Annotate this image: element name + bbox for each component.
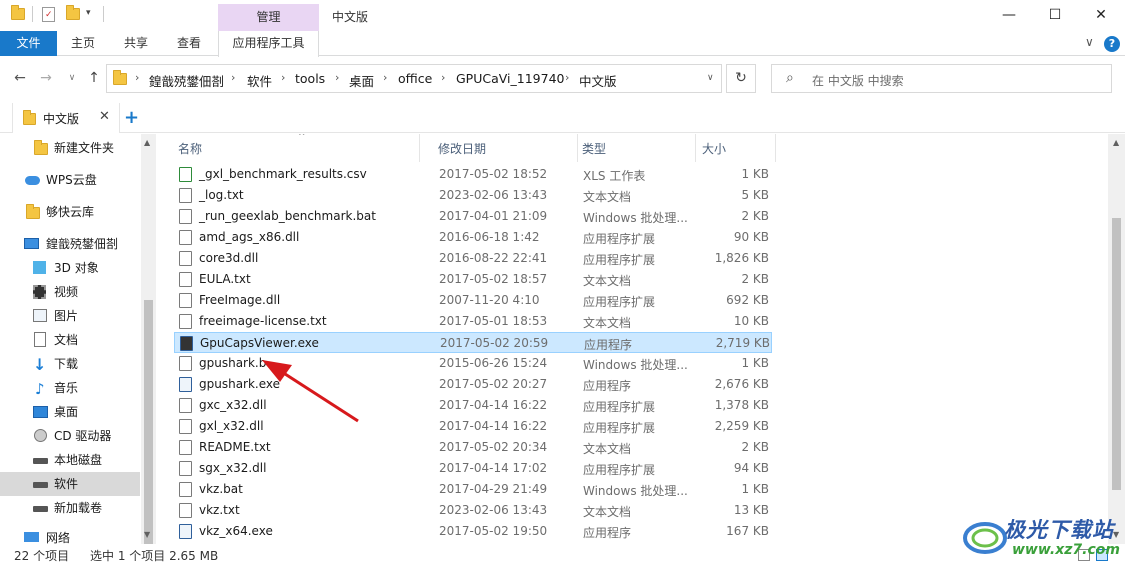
watermark-logo: 极光下载站 www.xz7.com (960, 512, 1120, 564)
watermark-text: 极光下载站 (1004, 518, 1114, 542)
watermark-swirl-icon (963, 522, 1007, 554)
annotation-arrow (262, 360, 359, 423)
arrow-shaft (281, 370, 359, 423)
arrow-head (262, 360, 292, 382)
status-bar: 22 个项目 选中 1 个项目 2.65 MB (0, 544, 1125, 567)
selection-info: 选中 1 个项目 2.65 MB (90, 549, 219, 563)
watermark-url: www.xz7.com (1012, 542, 1120, 558)
explorer-window: ✓ ▾ 管理 中文版 — ☐ ✕ 文件 主页 共享 查看 应用程序工具 ∨ ? … (0, 0, 1125, 567)
item-count: 22 个项目 (14, 549, 70, 563)
